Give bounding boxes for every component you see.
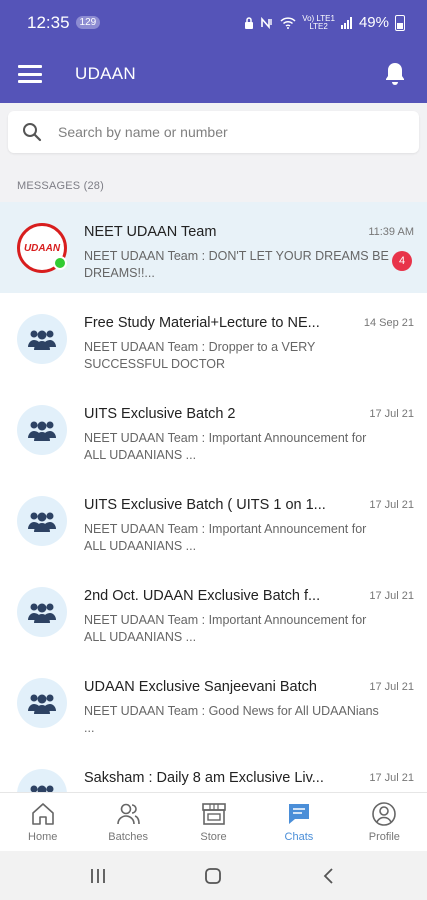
chat-time: 14 Sep 21 [363, 317, 414, 329]
chat-time: 17 Jul 21 [369, 408, 414, 420]
chat-name: 2nd Oct. UDAAN Exclusive Batch f... [84, 588, 321, 604]
udaan-logo: UDAAN [23, 242, 61, 254]
notification-count-badge: 129 [75, 16, 101, 29]
chat-item[interactable]: UITS Exclusive Batch ( UITS 1 on 1... 17… [0, 475, 427, 566]
home-icon [31, 803, 54, 825]
chat-time: 17 Jul 21 [369, 499, 414, 511]
status-time: 12:35 [27, 12, 70, 32]
chat-name: Saksham : Daily 8 am Exclusive Liv... [84, 770, 324, 786]
chat-item[interactable]: UDAAN Exclusive Sanjeevani Batch 17 Jul … [0, 657, 427, 748]
status-icons: Vo) LTE1 LTE2 49% [244, 14, 405, 31]
chat-body: Saksham : Daily 8 am Exclusive Liv... 17… [84, 768, 414, 792]
chat-time: 17 Jul 21 [369, 590, 414, 602]
nav-label: Batches [108, 831, 148, 843]
chat-preview: NEET UDAAN Team : Good News for All UDAA… [84, 704, 379, 735]
nfc-icon [261, 16, 272, 29]
recent-apps-button[interactable] [87, 865, 109, 887]
unread-count-badge: 4 [392, 251, 412, 271]
screen: 12:35 129 Vo) LTE1 LTE2 49% UDAAN Search… [0, 0, 427, 900]
nav-batches[interactable]: Batches [85, 793, 170, 851]
avatar [17, 314, 67, 364]
avatar [17, 405, 67, 455]
group-icon [28, 694, 56, 714]
bottom-nav: Home Batches Store Chats Profile [0, 792, 427, 851]
avatar [17, 587, 67, 637]
chat-body: NEET UDAAN Team 11:39 AM NEET UDAAN Team… [84, 222, 414, 282]
chat-item[interactable]: UDAAN NEET UDAAN Team 11:39 AM NEET UDAA… [0, 202, 427, 293]
chat-time: 17 Jul 21 [369, 681, 414, 693]
lock-icon [245, 16, 254, 29]
network-label-line-2: LTE2 [309, 21, 328, 31]
chat-body: UITS Exclusive Batch 2 17 Jul 21 NEET UD… [84, 404, 414, 464]
chats-icon [288, 804, 309, 824]
avatar [17, 678, 67, 728]
chat-name: UDAAN Exclusive Sanjeevani Batch [84, 679, 317, 695]
battery-icon [395, 14, 405, 31]
network-label: Vo) LTE1 LTE2 [302, 14, 335, 31]
avatar [17, 496, 67, 546]
chat-name: NEET UDAAN Team [84, 224, 217, 240]
chat-body: UDAAN Exclusive Sanjeevani Batch 17 Jul … [84, 677, 414, 737]
nav-profile[interactable]: Profile [342, 793, 427, 851]
avatar: UDAAN [17, 223, 67, 273]
chat-item[interactable]: UITS Exclusive Batch 2 17 Jul 21 NEET UD… [0, 384, 427, 475]
chat-preview: NEET UDAAN Team : Dropper to a VERY SUCC… [84, 340, 316, 371]
chat-preview: NEET UDAAN Team : Important Announcement… [84, 522, 367, 553]
chat-body: 2nd Oct. UDAAN Exclusive Batch f... 17 J… [84, 586, 414, 646]
group-icon [28, 603, 56, 623]
chat-body: Free Study Material+Lecture to NE... 14 … [84, 313, 414, 373]
recent-apps-icon [90, 868, 105, 883]
group-icon [28, 421, 56, 441]
system-nav-bar [0, 851, 427, 900]
bell-icon[interactable] [383, 61, 407, 87]
group-icon [28, 512, 56, 532]
battery-percentage: 49% [358, 14, 389, 31]
nav-home[interactable]: Home [0, 793, 85, 851]
chat-name: UITS Exclusive Batch ( UITS 1 on 1... [84, 497, 326, 513]
messages-section-header: MESSAGES (28) [0, 162, 427, 202]
nav-store[interactable]: Store [171, 793, 256, 851]
chat-body: UITS Exclusive Batch ( UITS 1 on 1... 17… [84, 495, 414, 555]
nav-chats[interactable]: Chats [256, 793, 341, 851]
chat-preview: NEET UDAAN Team : Important Announcement… [84, 613, 367, 644]
signal-icon [340, 16, 352, 29]
home-circle-icon [205, 867, 222, 884]
search-icon [23, 123, 42, 142]
group-icon [30, 785, 54, 792]
chat-time: 17 Jul 21 [369, 772, 414, 784]
app-title: UDAAN [75, 64, 137, 83]
search-area [0, 103, 427, 162]
wifi-icon [280, 16, 296, 29]
chat-item[interactable]: 2nd Oct. UDAAN Exclusive Batch f... 17 J… [0, 566, 427, 657]
nav-label: Profile [368, 831, 400, 843]
search-box[interactable] [8, 111, 419, 153]
online-indicator [53, 256, 67, 270]
batches-icon [117, 803, 140, 825]
chat-time: 11:39 AM [368, 226, 414, 238]
chat-item[interactable]: Free Study Material+Lecture to NE... 14 … [0, 293, 427, 384]
chat-preview: NEET UDAAN Team : DON'T LET YOUR DREAMS … [84, 249, 389, 280]
nav-label: Chats [284, 831, 314, 843]
app-bar: UDAAN [0, 45, 427, 103]
chat-item[interactable]: Saksham : Daily 8 am Exclusive Liv... 17… [0, 748, 427, 792]
menu-icon[interactable] [18, 65, 42, 83]
home-button[interactable] [202, 865, 224, 887]
search-input[interactable] [58, 124, 378, 140]
chat-name: UITS Exclusive Batch 2 [84, 406, 236, 422]
chat-preview: NEET UDAAN Team : Important Announcement… [84, 431, 367, 462]
nav-label: Home [28, 831, 58, 843]
chat-list[interactable]: UDAAN NEET UDAAN Team 11:39 AM NEET UDAA… [0, 202, 427, 792]
avatar [17, 769, 67, 792]
profile-icon [372, 802, 397, 826]
chat-name: Free Study Material+Lecture to NE... [84, 315, 320, 331]
store-icon [201, 803, 226, 825]
back-chevron-icon [323, 867, 333, 884]
back-button[interactable] [318, 865, 340, 887]
status-bar: 12:35 129 Vo) LTE1 LTE2 49% [0, 0, 427, 45]
nav-label: Store [200, 831, 227, 843]
group-icon [28, 330, 56, 350]
